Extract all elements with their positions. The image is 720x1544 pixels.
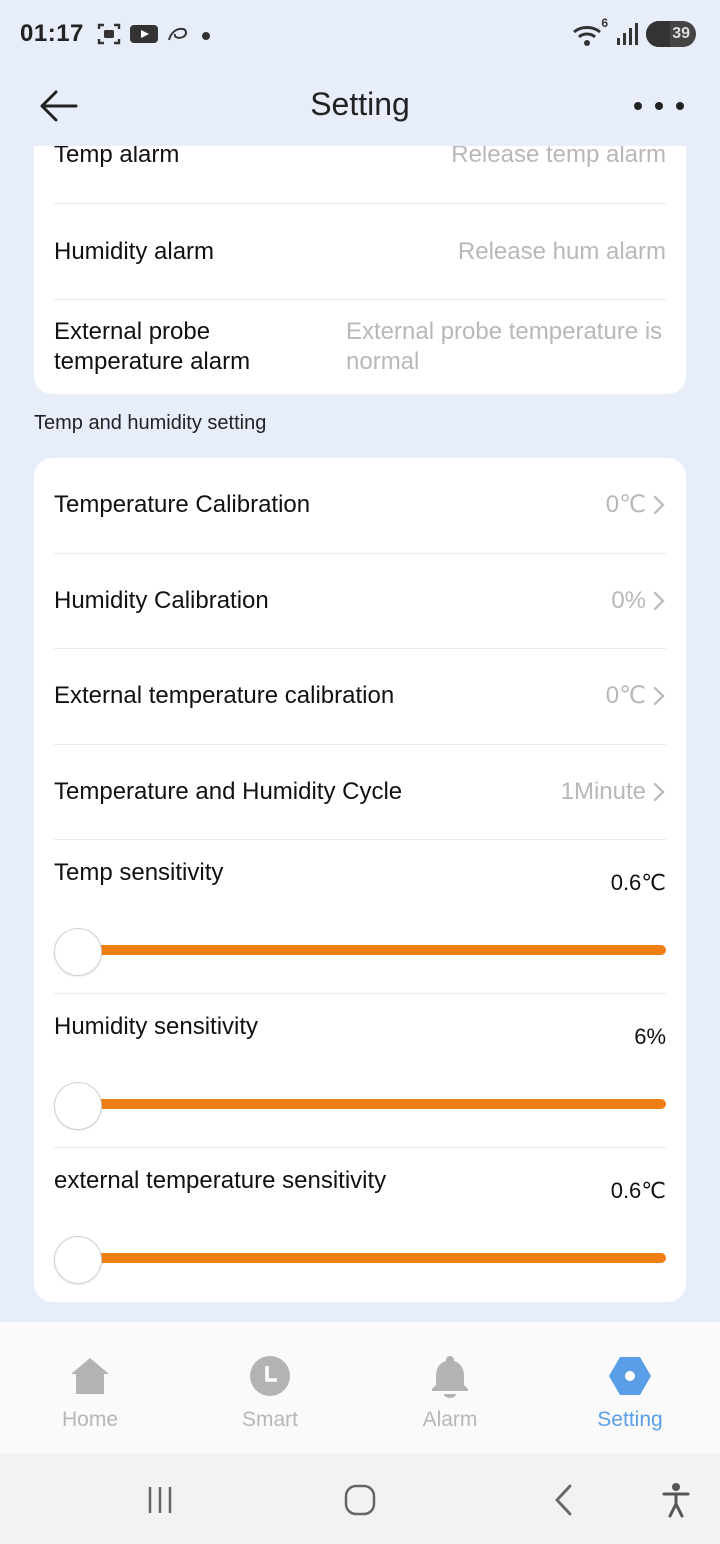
dot-icon	[655, 102, 663, 110]
status-bar: 01:17 6 39	[0, 0, 720, 70]
recent-apps-icon	[148, 1487, 172, 1513]
row-value: 0%	[611, 586, 646, 614]
tab-smart[interactable]: Smart	[180, 1322, 360, 1454]
tab-label: Home	[61, 1408, 119, 1431]
temp-humidity-cycle-row[interactable]: Temperature and Humidity Cycle 1Minute	[54, 745, 666, 840]
row-label: Temp sensitivity	[54, 859, 224, 886]
section-title: Temp and humidity setting	[34, 412, 267, 434]
temp-humidity-settings-card: Temperature Calibration 0℃ Humidity Cali…	[34, 458, 686, 1302]
bell-icon	[428, 1354, 472, 1398]
chevron-left-icon	[555, 1484, 572, 1516]
humidity-sensitivity-row: Humidity sensitivity 6%	[54, 994, 666, 1148]
chevron-right-icon	[653, 782, 665, 801]
battery-indicator: 39	[646, 21, 696, 47]
slider-track	[62, 1253, 666, 1263]
slider-thumb[interactable]	[54, 1082, 102, 1130]
slider-value: 0.6℃	[610, 1178, 666, 1203]
external-temperature-calibration-row[interactable]: External temperature calibration 0℃	[54, 649, 666, 745]
row-label: Temperature and Humidity Cycle	[54, 777, 403, 805]
temperature-calibration-row[interactable]: Temperature Calibration 0℃	[54, 458, 666, 554]
slider-thumb[interactable]	[54, 1236, 102, 1284]
gear-hexagon-icon	[608, 1354, 652, 1398]
dot-icon	[202, 32, 210, 40]
chevron-right-icon	[653, 687, 665, 706]
home-button[interactable]	[340, 1482, 380, 1518]
external-temp-sensitivity-row: external temperature sensitivity 0.6℃	[54, 1148, 666, 1302]
chevron-right-icon	[653, 496, 665, 515]
humidity-calibration-row[interactable]: Humidity Calibration 0%	[54, 554, 666, 649]
recent-apps-button[interactable]	[140, 1482, 180, 1518]
row-value-group: 0%	[611, 586, 666, 616]
temp-sensitivity-slider[interactable]	[54, 928, 666, 976]
system-status-icons: 6 39	[572, 16, 696, 48]
row-label: Temp alarm	[54, 146, 180, 168]
row-value: 0℃	[605, 682, 646, 710]
battery-level: 39	[672, 25, 690, 42]
tab-label: Smart	[241, 1408, 298, 1431]
system-navigation-bar	[0, 1454, 720, 1544]
home-icon	[68, 1354, 112, 1398]
wifi-icon: 6	[572, 16, 608, 48]
slider-track	[62, 945, 666, 955]
tab-label: Alarm	[422, 1408, 478, 1431]
home-circle-icon	[344, 1484, 376, 1516]
app-notification-icon	[168, 27, 187, 41]
row-label: external temperature sensitivity	[54, 1167, 387, 1194]
screenshot-icon	[97, 23, 121, 45]
youtube-icon	[130, 25, 158, 43]
dot-icon	[634, 102, 642, 110]
clock-icon	[248, 1354, 292, 1398]
row-value: 1Minute	[560, 777, 646, 805]
row-value: External probe temperature is normal	[346, 318, 663, 375]
slider-value: 0.6℃	[610, 870, 666, 895]
tab-alarm[interactable]: Alarm	[360, 1322, 540, 1454]
slider-track	[62, 1099, 666, 1109]
row-label: Temperature Calibration	[54, 491, 311, 519]
row-value: 0℃	[605, 491, 646, 519]
row-label: Humidity alarm	[54, 237, 215, 265]
slider-thumb[interactable]	[54, 928, 102, 976]
accessibility-icon	[662, 1483, 690, 1518]
status-time: 01:17	[20, 20, 84, 47]
temp-alarm-row: Temp alarm Release temp alarm	[54, 146, 666, 204]
row-label: Humidity sensitivity	[54, 1013, 259, 1040]
bottom-tab-bar: Home Smart Alarm Setting	[0, 1322, 720, 1454]
notification-icons	[96, 22, 214, 46]
wifi-badge: 6	[601, 16, 608, 30]
external-probe-alarm-row: External probe temperature alarm Externa…	[54, 300, 666, 394]
row-value-group: 0℃	[606, 490, 666, 520]
row-value: Release temp alarm	[451, 146, 666, 168]
page-title: Setting	[310, 86, 410, 122]
humidity-alarm-row: Humidity alarm Release hum alarm	[54, 204, 666, 300]
temp-sensitivity-row: Temp sensitivity 0.6℃	[54, 840, 666, 994]
row-label: External temperature calibration	[54, 682, 395, 710]
app-header: Setting	[0, 70, 720, 146]
row-label: External probe temperature alarm	[54, 318, 251, 375]
dot-icon	[676, 102, 684, 110]
row-value-group: 0℃	[606, 681, 666, 711]
row-value-group: 1Minute	[561, 777, 666, 807]
row-value: Release hum alarm	[457, 237, 666, 265]
more-options-button[interactable]	[634, 92, 684, 120]
row-label: Humidity Calibration	[54, 586, 269, 614]
chevron-right-icon	[653, 591, 665, 610]
back-nav-button[interactable]	[544, 1482, 584, 1518]
tab-label: Setting	[597, 1408, 663, 1431]
slider-value: 6%	[634, 1024, 666, 1049]
alarm-status-card: Temp alarm Release temp alarm Humidity a…	[34, 146, 686, 394]
humidity-sensitivity-slider[interactable]	[54, 1082, 666, 1130]
tab-setting[interactable]: Setting	[540, 1322, 720, 1454]
external-temp-sensitivity-slider[interactable]	[54, 1236, 666, 1284]
tab-home[interactable]: Home	[0, 1322, 180, 1454]
accessibility-button[interactable]	[656, 1482, 696, 1518]
signal-icon	[617, 23, 638, 45]
